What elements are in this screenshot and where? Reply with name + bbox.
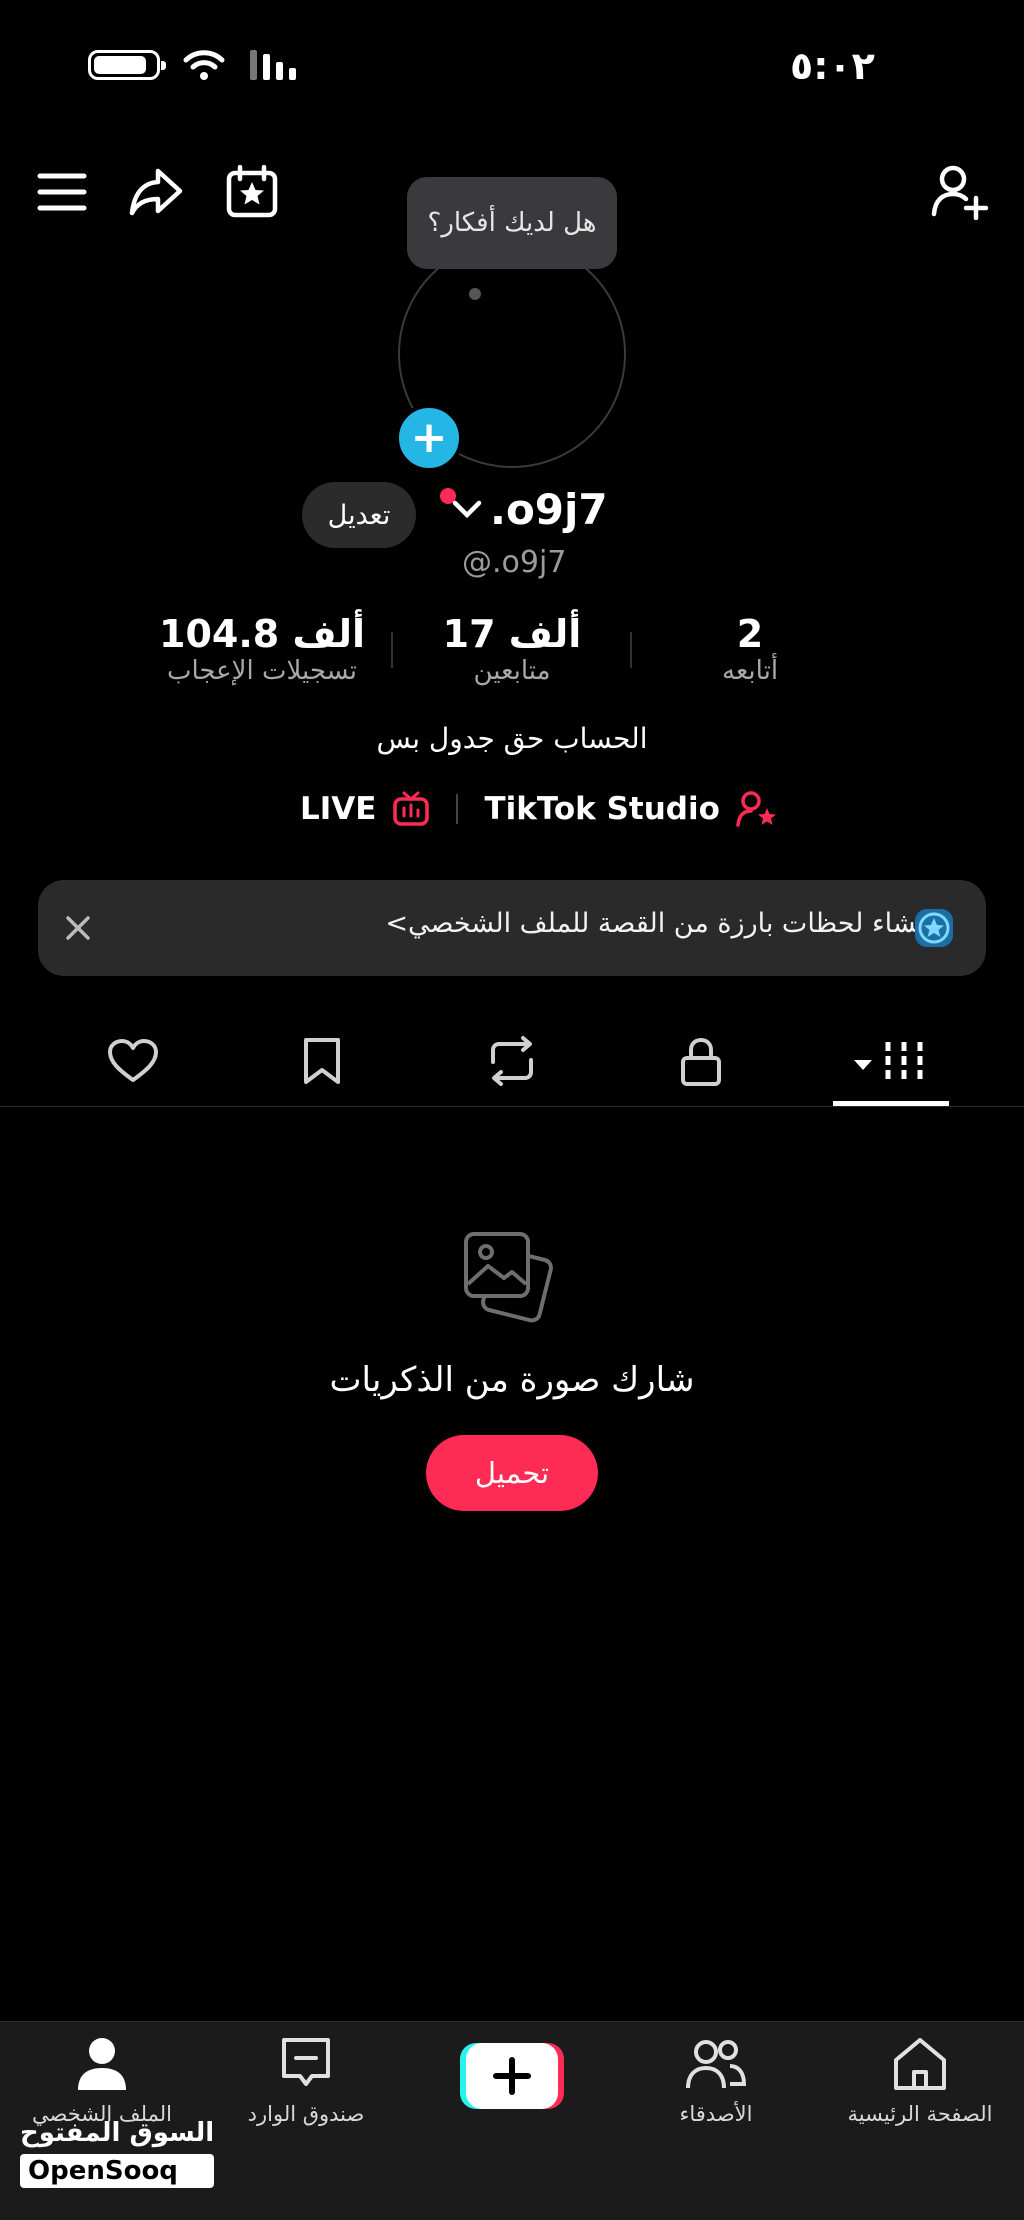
- likes-count: 104.8 ألف: [159, 612, 365, 656]
- battery-icon: [88, 50, 166, 80]
- banner-label: إنشاء لحظات بارزة من القصة للملف الشخصي: [407, 908, 932, 939]
- banner-chevron: <: [385, 908, 408, 939]
- wifi-icon: [183, 50, 225, 80]
- heart-icon[interactable]: [102, 1030, 164, 1092]
- friends-icon: [686, 2040, 747, 2089]
- profile-links: LIVE TikTok Studio: [300, 790, 778, 828]
- repost-icon[interactable]: [481, 1030, 543, 1092]
- bookmark-icon[interactable]: [291, 1030, 353, 1092]
- home-icon: [894, 2038, 946, 2090]
- upload-button[interactable]: تحميل: [426, 1435, 598, 1511]
- watermark-arabic: السوق المفتوح: [20, 2118, 215, 2148]
- edit-profile-button[interactable]: تعديل: [302, 482, 416, 548]
- stat-divider: [391, 632, 393, 668]
- tv-icon: [393, 791, 430, 826]
- live-link[interactable]: LIVE: [300, 791, 376, 827]
- nav-profile[interactable]: الملف الشخصي: [2, 2036, 202, 2126]
- opensooq-watermark: السوق المفتوح OpenSooq: [20, 2118, 215, 2188]
- tooltip-dot: [469, 288, 481, 300]
- tabs-divider: [0, 1106, 1024, 1107]
- chevron-down-icon[interactable]: [452, 500, 482, 520]
- following-label: أتابعه: [721, 656, 779, 686]
- creator-star-icon: [736, 791, 776, 827]
- menu-icon[interactable]: [32, 162, 92, 222]
- add-avatar-button[interactable]: +: [395, 404, 463, 472]
- close-icon[interactable]: [56, 906, 100, 954]
- share-icon[interactable]: [126, 162, 186, 222]
- studio-link[interactable]: TikTok Studio: [484, 791, 719, 827]
- nav-home-label: الصفحة الرئيسية: [847, 2102, 993, 2126]
- inbox-icon: [282, 2038, 330, 2086]
- nav-friends-label: الأصدقاء: [679, 2102, 753, 2126]
- status-time: ٥:٠٢: [790, 44, 875, 88]
- signal-icon: [250, 50, 296, 80]
- nav-inbox-label: صندوق الوارد: [247, 2102, 365, 2126]
- star-badge-icon: [912, 906, 956, 954]
- nav-inbox[interactable]: صندوق الوارد: [206, 2036, 406, 2126]
- banner-text: <إنشاء لحظات بارزة من القصة للملف الشخصي: [385, 908, 932, 939]
- add-user-icon[interactable]: [930, 162, 990, 222]
- followers-stat[interactable]: 17 ألف متابعين: [412, 612, 612, 686]
- grid-icon[interactable]: [852, 1038, 928, 1088]
- following-stat[interactable]: 2 أتابعه: [650, 612, 850, 686]
- links-divider: [456, 794, 459, 824]
- watermark-latin: OpenSooq: [20, 2154, 215, 2188]
- following-count: 2: [736, 612, 764, 656]
- calendar-star-icon[interactable]: [222, 162, 282, 222]
- empty-state-title: شارك صورة من الذكريات: [329, 1360, 695, 1400]
- create-button[interactable]: [460, 2043, 564, 2109]
- followers-label: متابعين: [473, 656, 551, 686]
- nav-friends[interactable]: الأصدقاء: [616, 2036, 816, 2126]
- status-icons: [88, 48, 302, 82]
- likes-label: تسجيلات الإعجاب: [166, 656, 358, 686]
- photos-icon: [460, 1228, 564, 1336]
- followers-count: 17 ألف: [442, 612, 582, 656]
- bio: الحساب حق جدول بس: [376, 722, 648, 755]
- profile-icon: [78, 2038, 126, 2090]
- ideas-tooltip[interactable]: هل لديك أفكار؟: [407, 177, 617, 269]
- nav-home[interactable]: الصفحة الرئيسية: [820, 2036, 1020, 2126]
- user-handle: @.o9j7: [462, 545, 567, 580]
- stat-divider: [630, 632, 632, 668]
- likes-stat[interactable]: 104.8 ألف تسجيلات الإعجاب: [150, 612, 374, 686]
- username[interactable]: .o9j7: [490, 485, 608, 534]
- lock-icon[interactable]: [670, 1030, 732, 1092]
